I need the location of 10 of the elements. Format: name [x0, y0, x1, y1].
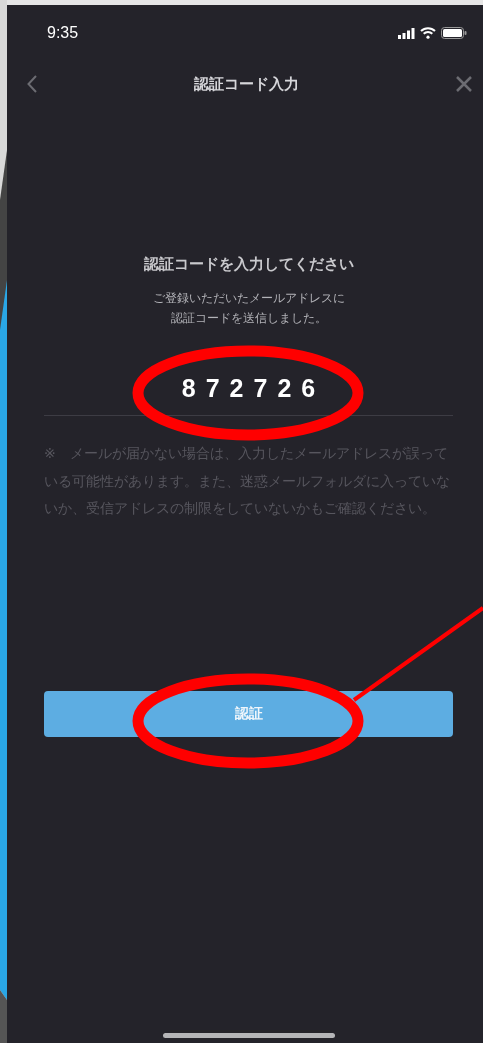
battery-icon [441, 27, 467, 39]
heading: 認証コードを入力してください [143, 255, 354, 274]
close-icon[interactable] [455, 75, 473, 93]
subtitle: ご登録いただいたメールアドレスに 認証コードを送信しました。 [152, 290, 345, 327]
code-field[interactable]: 872726 [44, 374, 453, 416]
back-icon[interactable] [27, 75, 37, 93]
status-time: 9:35 [47, 24, 79, 42]
wifi-icon [420, 27, 436, 39]
signal-icon [398, 27, 415, 39]
screen-title: 認証コード入力 [193, 74, 299, 94]
